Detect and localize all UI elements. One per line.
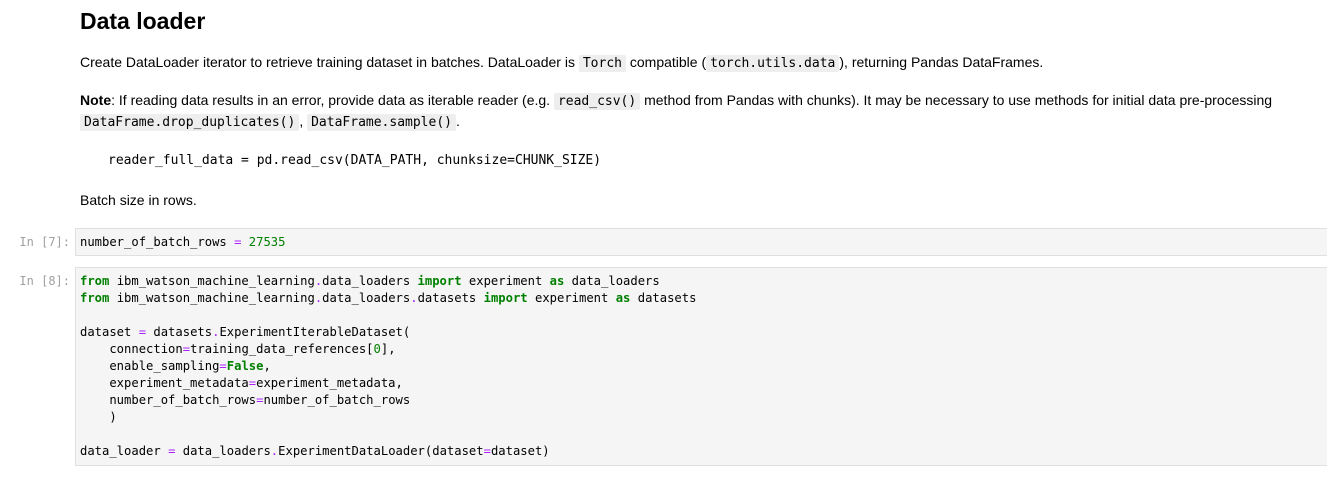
code-token: ibm_watson_machine_learning [109,291,315,305]
code-token: 27535 [248,235,286,249]
inline-code-read-csv: read_csv() [553,93,641,110]
code-token: enable_sampling [80,359,220,373]
code-token: experiment_metadata, [256,376,403,390]
code-token: number_of_batch_rows [263,393,411,407]
intro-text-start: Create DataLoader iterator to retrieve t… [80,54,579,70]
intro-text-end: ), returning Pandas DataFrames. [839,54,1044,70]
code-line: data_loader = data_loaders.ExperimentDat… [80,444,550,458]
code-cell-8-source[interactable]: from ibm_watson_machine_learning.data_lo… [80,273,696,460]
code-token: dataset) [490,444,550,458]
intro-paragraph: Create DataLoader iterator to retrieve t… [80,52,1327,74]
code-token: = [483,444,491,458]
code-token: ExperimentDataLoader(dataset [278,444,484,458]
code-token: = [248,376,257,390]
code-token: ExperimentIterableDataset( [219,325,411,339]
code-token: . [410,291,418,305]
code-token: = [138,325,147,339]
code-token: experiment [461,274,550,288]
code-token: False [226,359,264,373]
inline-code-torch-utils-data: torch.utils.data [706,55,840,72]
code-token: datasets [146,325,213,339]
code-token: data_loaders [322,291,411,305]
code-line: enable_sampling=False, [80,359,271,373]
note-text-start: : If reading data results in an error, p… [111,92,554,108]
note-text-end: method from Pandas with chunks). It may … [640,92,1273,108]
code-line: number_of_batch_rows = 27535 [80,235,285,249]
code-line: ) [80,410,117,424]
code-token: dataset [80,325,139,339]
code-line: from ibm_watson_machine_learning.data_lo… [80,274,660,288]
code-token: = [219,359,227,373]
note-paragraph-continued: DataFrame.drop_duplicates(), DataFrame.s… [80,111,1327,133]
code-line: connection=training_data_references[0], [80,342,396,356]
code-line: from ibm_watson_machine_learning.data_lo… [80,291,696,305]
code-token: experiment [527,291,616,305]
code-line: dataset = datasets.ExperimentIterableDat… [80,325,410,339]
cell-prompt-7: In [7]: [19,235,70,249]
code-token: ], [380,342,396,356]
code-token: ibm_watson_machine_learning [109,274,315,288]
code-token: data_loader [80,444,169,458]
code-token: import [417,274,462,288]
code-token: , [263,359,271,373]
code-token: datasets [417,291,484,305]
inline-code-drop-duplicates: DataFrame.drop_duplicates() [80,114,300,131]
code-token: data_loaders [564,274,660,288]
inline-code-sample: DataFrame.sample() [307,114,456,131]
code-token: ) [80,410,117,424]
code-token: experiment_metadata [80,376,249,390]
code-cell-7[interactable]: number_of_batch_rows = 27535 [75,228,1327,256]
code-line: experiment_metadata=experiment_metadata, [80,376,403,390]
code-token: connection [80,342,183,356]
code-token: from [80,274,110,288]
code-token: as [615,291,631,305]
code-token: = [182,342,191,356]
code-line: number_of_batch_rows=number_of_batch_row… [80,393,410,407]
code-token: data_loaders [322,274,418,288]
code-token: number_of_batch_rows [80,235,235,249]
code-token: number_of_batch_rows [80,393,257,407]
code-token: import [483,291,528,305]
code-token: datasets [630,291,697,305]
note-label: Note [80,92,112,108]
note-period: . [456,113,460,129]
code-cell-7-source[interactable]: number_of_batch_rows = 27535 [80,234,285,251]
cell-prompt-8: In [8]: [19,274,70,288]
code-token: training_data_references[ [190,342,374,356]
code-token: from [80,291,110,305]
section-heading: Data loader [80,8,206,34]
note-separator: , [299,113,308,129]
note-paragraph: Note: If reading data results in an erro… [80,90,1327,112]
inline-code-torch: Torch [578,55,626,72]
code-token: as [549,274,565,288]
example-code-block: reader_full_data = pd.read_csv(DATA_PATH… [108,153,602,168]
code-token: 0 [373,342,381,356]
intro-text-mid: compatible ( [625,54,707,70]
code-token: data_loaders [175,444,271,458]
code-cell-8[interactable]: from ibm_watson_machine_learning.data_lo… [75,267,1327,466]
batch-size-paragraph: Batch size in rows. [80,192,197,208]
